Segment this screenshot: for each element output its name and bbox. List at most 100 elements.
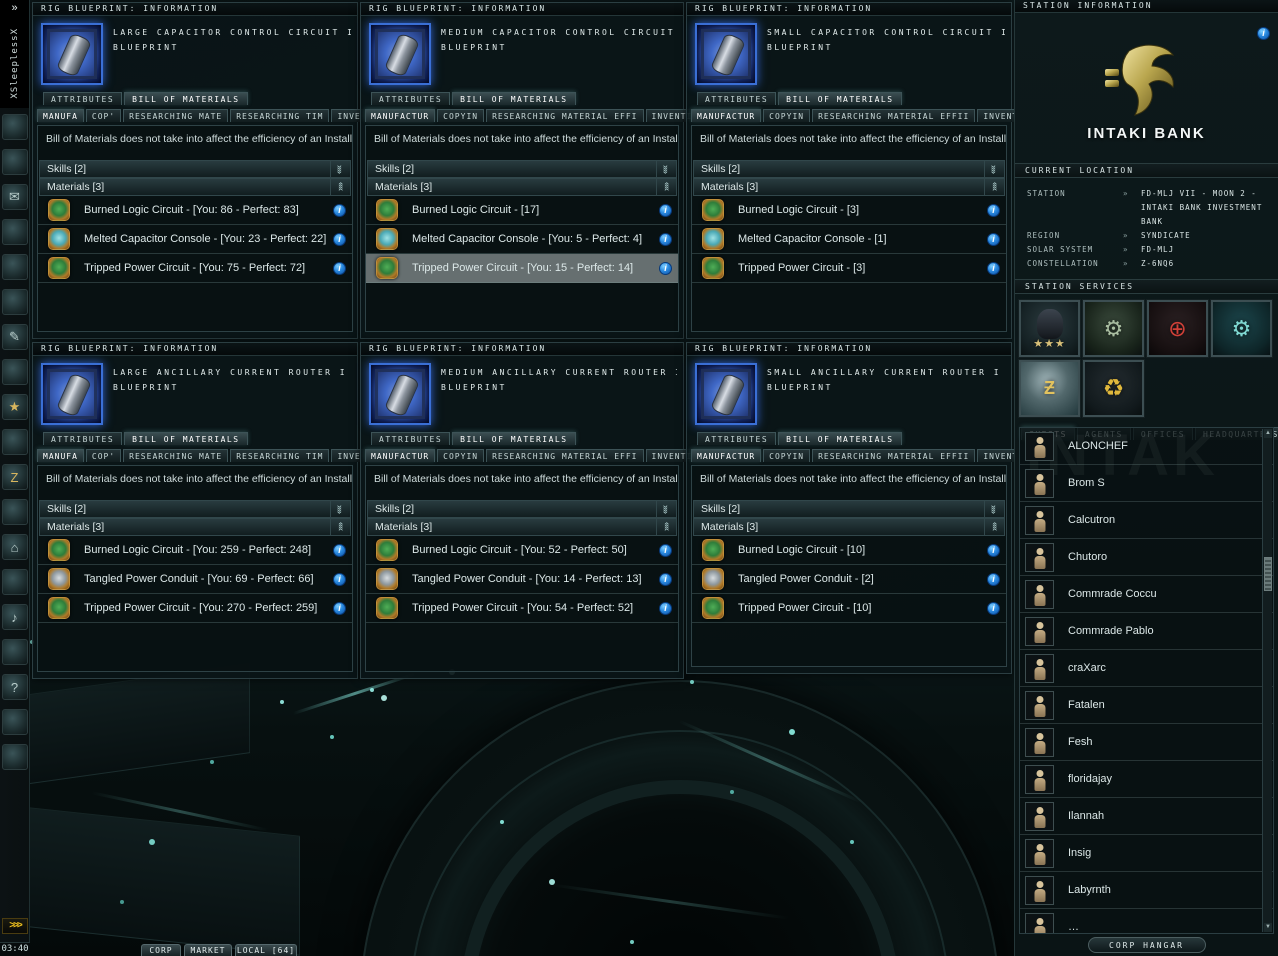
subtab-copying[interactable]: COPYIN	[437, 109, 485, 122]
blueprint-icon[interactable]	[695, 363, 757, 425]
blueprint-icon[interactable]	[369, 23, 431, 85]
collapse-chevron-icon[interactable]: »»	[330, 179, 350, 195]
market-icon[interactable]	[1, 254, 28, 280]
evemail-icon[interactable]: ✉	[1, 184, 28, 210]
tab-bill-of-materials[interactable]: BILL OF MATERIALS	[778, 432, 902, 445]
guest-row[interactable]: Chutoro	[1020, 539, 1273, 576]
material-row[interactable]: Melted Capacitor Console - [You: 5 - Per…	[366, 225, 678, 254]
tab-bill-of-materials[interactable]: BILL OF MATERIALS	[452, 92, 576, 105]
items-hangar-icon[interactable]	[1, 744, 28, 770]
window-titlebar[interactable]: RIG BLUEPRINT: INFORMATION	[687, 3, 1011, 16]
info-icon[interactable]: i	[333, 601, 346, 615]
contracts-icon[interactable]: ✎	[1, 324, 28, 350]
guest-row[interactable]: Brom S	[1020, 465, 1273, 502]
subtab-researching-material[interactable]: RESEARCHING MATERIAL EFFII	[812, 109, 976, 122]
window-titlebar[interactable]: RIG BLUEPRINT: INFORMATION	[33, 3, 357, 16]
info-icon[interactable]: i	[987, 543, 1000, 557]
location-row-station[interactable]: STATION » FD-MLJ VII - MOON 2 - INTAKI B…	[1027, 187, 1278, 229]
map-icon[interactable]	[1, 219, 28, 245]
info-icon[interactable]: i	[333, 232, 346, 246]
info-icon[interactable]: i	[987, 572, 1000, 586]
material-row[interactable]: Melted Capacitor Console - [You: 23 - Pe…	[38, 225, 352, 254]
subtab-researching-material[interactable]: RESEARCHING MATE	[123, 449, 229, 462]
expand-chevron-icon[interactable]: »»	[330, 501, 350, 517]
window-titlebar[interactable]: RIG BLUEPRINT: INFORMATION	[361, 3, 683, 16]
subtab-manufacturing[interactable]: MANUFA	[37, 109, 84, 122]
info-icon[interactable]: i	[333, 261, 346, 275]
material-row[interactable]: Tripped Power Circuit - [3] i	[692, 254, 1006, 283]
tab-attributes[interactable]: ATTRIBUTES	[43, 432, 123, 445]
bounty-office-icon[interactable]: ⊕	[1146, 299, 1209, 358]
materials-section-header[interactable]: Materials [3]»»	[367, 518, 677, 536]
subtab-researching-material[interactable]: RESEARCHING MATERIAL EFFI	[486, 449, 644, 462]
fitting-service-icon[interactable]: ⚙	[1210, 299, 1273, 358]
material-row-selected[interactable]: Tripped Power Circuit - [You: 15 - Perfe…	[366, 254, 678, 283]
material-row[interactable]: Tripped Power Circuit - [10] i	[692, 594, 1006, 623]
wallet-charts-icon[interactable]	[1, 289, 28, 315]
guest-row[interactable]: Commrade Pablo	[1020, 613, 1273, 650]
materials-section-header[interactable]: Materials [3]»»	[39, 178, 351, 196]
subtab-researching-material[interactable]: RESEARCHING MATE	[123, 109, 229, 122]
guest-row[interactable]: Calcutron	[1020, 502, 1273, 539]
repair-shop-icon[interactable]: ⚙	[1082, 299, 1145, 358]
guest-row[interactable]: Ilannah	[1020, 798, 1273, 835]
info-icon[interactable]: i	[987, 232, 1000, 246]
corp-chat-button[interactable]: CORP	[141, 944, 181, 956]
guest-list-scrollbar[interactable]: ▲ ▼	[1262, 429, 1272, 932]
location-row-region[interactable]: REGION » SYNDICATE	[1027, 229, 1278, 243]
blueprint-icon[interactable]	[41, 363, 103, 425]
info-icon[interactable]: i	[987, 261, 1000, 275]
subtab-manufacturing[interactable]: MANUFACTUR	[365, 449, 436, 462]
material-row[interactable]: Tripped Power Circuit - [You: 75 - Perfe…	[38, 254, 352, 283]
help-icon[interactable]: ?	[1, 674, 28, 700]
subtab-researching-material[interactable]: RESEARCHING MATERIAL EFFI	[486, 109, 644, 122]
skills-section-header[interactable]: Skills [2]»»	[693, 500, 1005, 518]
material-row[interactable]: Tangled Power Conduit - [You: 69 - Perfe…	[38, 565, 352, 594]
tab-attributes[interactable]: ATTRIBUTES	[697, 92, 777, 105]
insurance-service-icon[interactable]: Ƶ	[1018, 359, 1081, 418]
subtab-copying[interactable]: COP'	[85, 449, 122, 462]
info-icon[interactable]: i	[333, 203, 346, 217]
collapse-chevron-icon[interactable]: »»	[656, 519, 676, 535]
market-chat-button[interactable]: MARKET	[184, 944, 232, 956]
subtab-manufacturing[interactable]: MANUFACTUR	[691, 109, 762, 122]
blueprint-icon[interactable]	[695, 23, 757, 85]
journal-icon[interactable]	[1, 569, 28, 595]
scroll-up-icon[interactable]: ▲	[1264, 429, 1272, 438]
tab-attributes[interactable]: ATTRIBUTES	[371, 92, 451, 105]
calculator-icon[interactable]	[1, 639, 28, 665]
collapse-chevron-icon[interactable]: »»	[984, 519, 1004, 535]
guest-row-partial[interactable]: …	[1020, 909, 1273, 933]
materials-section-header[interactable]: Materials [3]»»	[693, 518, 1005, 536]
guest-row[interactable]: Commrade Coccu	[1020, 576, 1273, 613]
subtab-manufacturing[interactable]: MANUFACTUR	[691, 449, 762, 462]
info-icon[interactable]: i	[333, 543, 346, 557]
materials-section-header[interactable]: Materials [3]»»	[693, 178, 1005, 196]
local-chat-button[interactable]: LOCAL [64]	[235, 944, 297, 956]
guest-row[interactable]: Fatalen	[1020, 687, 1273, 724]
blueprint-icon[interactable]	[41, 23, 103, 85]
expand-chevron-icon[interactable]: »»	[984, 501, 1004, 517]
reprocessing-plant-icon[interactable]: ♻	[1082, 359, 1145, 418]
info-icon[interactable]: i	[987, 601, 1000, 615]
subtab-copying[interactable]: COP'	[85, 109, 122, 122]
info-icon[interactable]: i	[659, 543, 672, 557]
tab-attributes[interactable]: ATTRIBUTES	[697, 432, 777, 445]
guest-row[interactable]: craXarc	[1020, 650, 1273, 687]
neocom-alert-chevrons-icon[interactable]: >>>	[2, 918, 28, 934]
material-row[interactable]: Burned Logic Circuit - [10] i	[692, 536, 1006, 565]
materials-section-header[interactable]: Materials [3]»»	[39, 518, 351, 536]
material-row[interactable]: Tripped Power Circuit - [You: 270 - Perf…	[38, 594, 352, 623]
info-icon[interactable]: i	[659, 203, 672, 217]
tab-attributes[interactable]: ATTRIBUTES	[371, 432, 451, 445]
skills-section-header[interactable]: Skills [2]»»	[39, 500, 351, 518]
scrollbar-thumb[interactable]	[1264, 557, 1272, 591]
subtab-manufacturing[interactable]: MANUFACTUR	[365, 109, 436, 122]
subtab-copying[interactable]: COPYIN	[763, 109, 811, 122]
skills-section-header[interactable]: Skills [2]»»	[39, 160, 351, 178]
military-office-icon[interactable]: ★★★	[1018, 299, 1081, 358]
material-row[interactable]: Tripped Power Circuit - [You: 54 - Perfe…	[366, 594, 678, 623]
info-icon[interactable]: i	[659, 261, 672, 275]
material-row[interactable]: Tangled Power Conduit - [You: 14 - Perfe…	[366, 565, 678, 594]
info-icon[interactable]: i	[659, 601, 672, 615]
